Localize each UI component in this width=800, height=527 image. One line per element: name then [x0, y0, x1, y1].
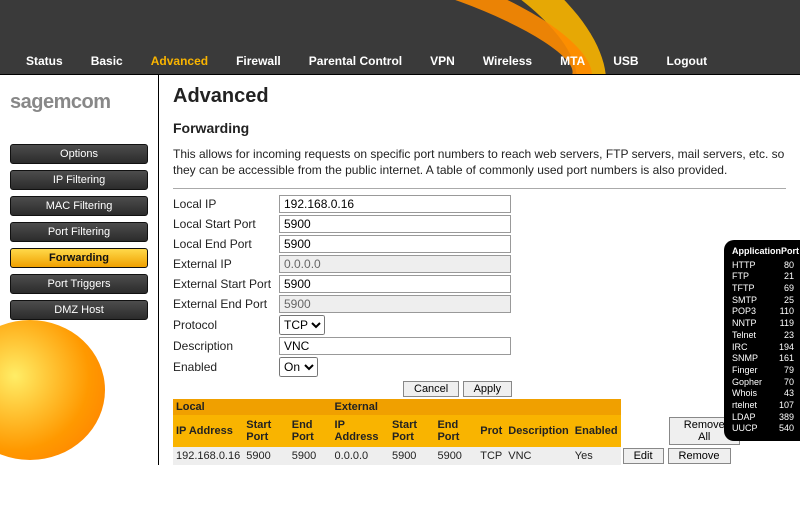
- th-enabled: Enabled: [572, 415, 621, 447]
- label-local-start-port: Local Start Port: [173, 217, 279, 231]
- cell-ext-ip: 0.0.0.0: [332, 447, 389, 465]
- input-external-start-port[interactable]: [279, 275, 511, 293]
- cell-enabled: Yes: [572, 447, 621, 465]
- sidebar: sagemcom Options IP Filtering MAC Filter…: [0, 75, 158, 465]
- nav-status[interactable]: Status: [26, 54, 63, 68]
- label-local-end-port: Local End Port: [173, 237, 279, 251]
- top-banner: Status Basic Advanced Firewall Parental …: [0, 0, 800, 74]
- top-nav: Status Basic Advanced Firewall Parental …: [0, 54, 800, 68]
- nav-logout[interactable]: Logout: [667, 54, 708, 68]
- th-prot: Prot: [477, 415, 505, 447]
- th-local-group: Local: [173, 399, 332, 415]
- select-enabled[interactable]: On: [279, 357, 318, 377]
- section-divider: [173, 188, 786, 189]
- nav-firewall[interactable]: Firewall: [236, 54, 281, 68]
- th-ext-ip: IP Address: [332, 415, 389, 447]
- sidebar-item-mac-filtering[interactable]: MAC Filtering: [10, 196, 148, 216]
- input-external-ip: [279, 255, 511, 273]
- label-local-ip: Local IP: [173, 197, 279, 211]
- input-local-ip[interactable]: [279, 195, 511, 213]
- cell-local-sp: 5900: [243, 447, 289, 465]
- input-local-end-port[interactable]: [279, 235, 511, 253]
- sidebar-item-ip-filtering[interactable]: IP Filtering: [10, 170, 148, 190]
- input-description[interactable]: [279, 337, 511, 355]
- remove-button[interactable]: Remove: [668, 448, 731, 464]
- cancel-button[interactable]: Cancel: [403, 381, 459, 397]
- decorative-blob: [0, 320, 105, 460]
- th-local-sp: Start Port: [243, 415, 289, 447]
- table-row: 192.168.0.16 5900 5900 0.0.0.0 5900 5900…: [173, 447, 743, 465]
- apply-button[interactable]: Apply: [463, 381, 513, 397]
- forwarding-table: Local External IP Address Start Port End…: [173, 399, 743, 465]
- port-reference-box: Application Port HTTP80 FTP21 TFTP69 SMT…: [724, 240, 800, 441]
- sidebar-item-port-filtering[interactable]: Port Filtering: [10, 222, 148, 242]
- sidebar-item-dmz-host[interactable]: DMZ Host: [10, 300, 148, 320]
- nav-mta[interactable]: MTA: [560, 54, 585, 68]
- label-protocol: Protocol: [173, 318, 279, 332]
- cell-ext-ep: 5900: [434, 447, 477, 465]
- nav-advanced[interactable]: Advanced: [151, 54, 208, 68]
- label-description: Description: [173, 339, 279, 353]
- cell-local-ip: 192.168.0.16: [173, 447, 243, 465]
- cell-prot: TCP: [477, 447, 505, 465]
- input-external-end-port: [279, 295, 511, 313]
- nav-parental-control[interactable]: Parental Control: [309, 54, 402, 68]
- input-local-start-port[interactable]: [279, 215, 511, 233]
- sidebar-item-port-triggers[interactable]: Port Triggers: [10, 274, 148, 294]
- sidebar-item-forwarding[interactable]: Forwarding: [10, 248, 148, 268]
- main-content: Advanced Forwarding This allows for inco…: [159, 75, 800, 465]
- portref-head-app: Application: [732, 246, 781, 258]
- select-protocol[interactable]: TCP: [279, 315, 325, 335]
- th-local-ip: IP Address: [173, 415, 243, 447]
- edit-button[interactable]: Edit: [623, 448, 664, 464]
- th-external-group: External: [332, 399, 478, 415]
- portref-head-port: Port: [781, 246, 799, 258]
- cell-ext-sp: 5900: [389, 447, 435, 465]
- brand-logo: sagemcom: [10, 91, 148, 114]
- page-subtitle: Forwarding: [173, 120, 786, 136]
- nav-basic[interactable]: Basic: [91, 54, 123, 68]
- sidebar-item-options[interactable]: Options: [10, 144, 148, 164]
- cell-local-ep: 5900: [289, 447, 332, 465]
- intro-text: This allows for incoming requests on spe…: [173, 146, 786, 178]
- cell-desc: VNC: [505, 447, 572, 465]
- label-external-ip: External IP: [173, 257, 279, 271]
- th-ext-ep: End Port: [434, 415, 477, 447]
- th-desc: Description: [505, 415, 572, 447]
- label-external-end-port: External End Port: [173, 297, 279, 311]
- label-enabled: Enabled: [173, 360, 279, 374]
- label-external-start-port: External Start Port: [173, 277, 279, 291]
- nav-usb[interactable]: USB: [613, 54, 638, 68]
- page-title: Advanced: [173, 85, 786, 108]
- nav-vpn[interactable]: VPN: [430, 54, 455, 68]
- th-local-ep: End Port: [289, 415, 332, 447]
- nav-wireless[interactable]: Wireless: [483, 54, 532, 68]
- th-ext-sp: Start Port: [389, 415, 435, 447]
